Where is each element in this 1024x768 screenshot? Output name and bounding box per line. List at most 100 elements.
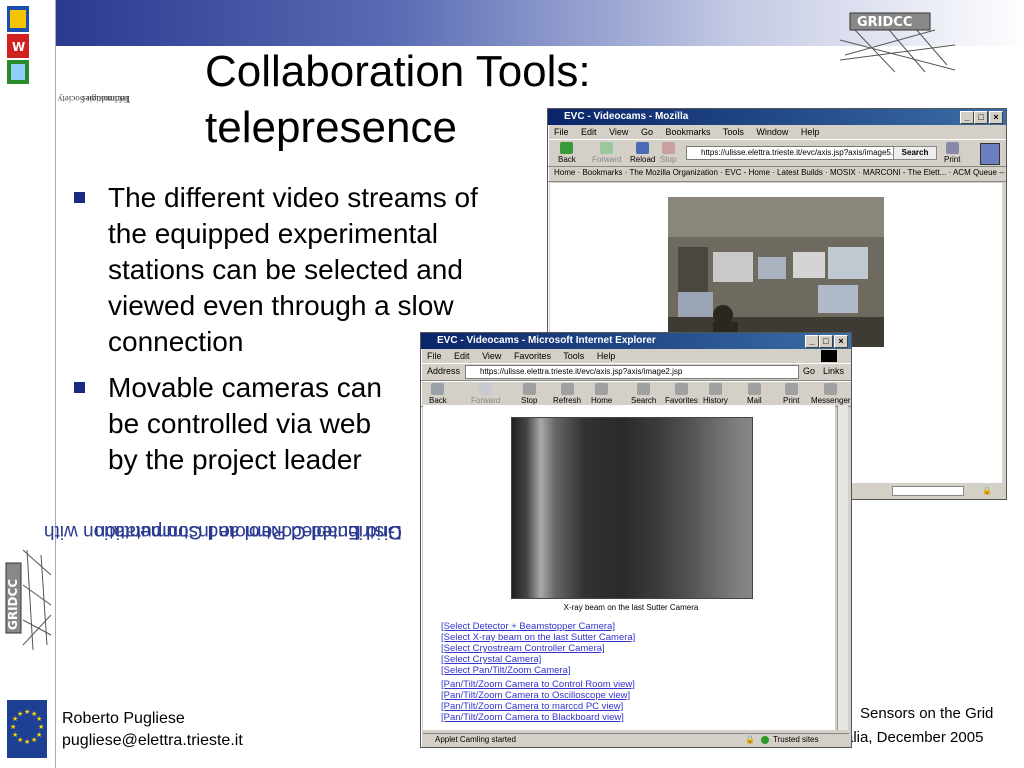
ist-label: Information Society Technologies	[57, 94, 130, 104]
eu-flag: ★ ★ ★ ★ ★ ★ ★ ★ ★ ★ ★ ★	[7, 700, 47, 758]
home-button[interactable]: Home	[591, 383, 612, 405]
messenger-button[interactable]: Messenger	[811, 383, 851, 405]
minimize-button[interactable]: _	[960, 111, 974, 124]
select-camera-link[interactable]: [Select Crystal Camera]	[441, 654, 635, 665]
maximize-button[interactable]: □	[819, 335, 833, 348]
bookmark-item[interactable]: The Mozilla Organization	[629, 168, 717, 177]
address-label: Address	[427, 366, 461, 376]
windows-flag-icon	[821, 350, 837, 362]
address-field[interactable]: https://ulisse.elettra.trieste.it/evc/ax…	[465, 365, 799, 379]
close-button[interactable]: ×	[834, 335, 848, 348]
gridcc-logo-vertical: GRIDCC	[3, 545, 53, 655]
close-button[interactable]: ×	[989, 111, 1003, 124]
ie-menubar: File Edit View Favorites Tools Help	[421, 349, 851, 363]
reload-button[interactable]: Reload	[630, 142, 655, 164]
xray-beam-camera-image	[511, 417, 753, 599]
forward-button[interactable]: Forward	[471, 383, 500, 405]
footer-event-title: Sensors on the Grid	[860, 705, 994, 722]
bullet-square-icon	[74, 192, 85, 203]
bookmark-item[interactable]: Bookmarks	[582, 168, 622, 177]
history-button[interactable]: History	[703, 383, 728, 405]
bookmark-item[interactable]: MARCONI - The Elett...	[863, 168, 946, 177]
lock-icon: 🔒	[982, 486, 992, 495]
svg-text:GRIDCC: GRIDCC	[6, 579, 20, 630]
menu-view[interactable]: View	[482, 351, 501, 361]
svg-text:★: ★	[12, 731, 18, 739]
ie-vertical-scrollbar[interactable]	[837, 405, 848, 730]
ptz-links: [Pan/Tilt/Zoom Camera to Control Room vi…	[441, 679, 635, 723]
select-camera-link[interactable]: [Select Pan/Tilt/Zoom Camera]	[441, 665, 635, 676]
forward-button[interactable]: Forward	[592, 142, 621, 164]
print-button[interactable]: Print	[783, 383, 799, 405]
ptz-view-link[interactable]: [Pan/Tilt/Zoom Camera to Control Room vi…	[441, 679, 635, 690]
mail-button[interactable]: Mail	[747, 383, 762, 405]
ie-content: X-ray beam on the last Sutter Camera [Se…	[423, 405, 835, 730]
select-camera-link[interactable]: [Select Detector + Beamstopper Camera]	[441, 621, 635, 632]
maximize-button[interactable]: □	[974, 111, 988, 124]
menu-bookmarks[interactable]: Bookmarks	[665, 127, 710, 137]
svg-text:★: ★	[38, 723, 44, 731]
ptz-view-link[interactable]: [Pan/Tilt/Zoom Camera to Blackboard view…	[441, 712, 635, 723]
ist-logo: W	[6, 4, 30, 86]
print-button[interactable]: Print	[944, 142, 960, 164]
lock-icon: 🔒	[745, 735, 755, 744]
ie-window[interactable]: EVC - Videocams - Microsoft Internet Exp…	[420, 332, 852, 748]
ie-address-row: Address https://ulisse.elettra.trieste.i…	[421, 363, 851, 381]
ptz-view-link[interactable]: [Pan/Tilt/Zoom Camera to Oscilloscope vi…	[441, 690, 635, 701]
svg-text:★: ★	[24, 738, 30, 746]
sidebar-project-title: Grid Enabled Remote Instrumentation with…	[2, 140, 402, 542]
menu-favorites[interactable]: Favorites	[514, 351, 551, 361]
menu-help[interactable]: Help	[801, 127, 820, 137]
menu-file[interactable]: File	[554, 127, 569, 137]
back-button[interactable]: Back	[558, 142, 576, 164]
menu-tools[interactable]: Tools	[723, 127, 744, 137]
author-name: Roberto Pugliese	[62, 710, 185, 727]
favorites-button[interactable]: Favorites	[665, 383, 698, 405]
menu-edit[interactable]: Edit	[454, 351, 470, 361]
menu-file[interactable]: File	[427, 351, 442, 361]
bookmarks-bar: Home · Bookmarks · The Mozilla Organizat…	[548, 167, 1006, 182]
ptz-view-link[interactable]: [Pan/Tilt/Zoom Camera to marccd PC view]	[441, 701, 635, 712]
select-camera-link[interactable]: [Select X-ray beam on the last Sutter Ca…	[441, 632, 635, 643]
trusted-zone-icon	[761, 736, 769, 744]
ie-titlebar[interactable]: EVC - Videocams - Microsoft Internet Exp…	[421, 333, 851, 349]
search-button[interactable]: Search	[631, 383, 656, 405]
footer-event-date: alia, December 2005	[845, 729, 984, 746]
sidebar-title-line2: Distributed Control and Computation	[94, 521, 402, 542]
url-field[interactable]: https://ulisse.elettra.trieste.it/evc/ax…	[686, 146, 896, 160]
back-button[interactable]: Back	[429, 383, 447, 405]
bookmark-item[interactable]: Latest Builds	[777, 168, 823, 177]
mozilla-navbar: Back Forward Reload Stop https://ulisse.…	[548, 139, 1006, 167]
stop-button[interactable]: Stop	[521, 383, 537, 405]
bookmark-item[interactable]: EVC - Home	[725, 168, 770, 177]
author-info: Roberto Pugliese pugliese@elettra.triest…	[62, 708, 243, 752]
menu-help[interactable]: Help	[597, 351, 616, 361]
bookmark-item[interactable]: MOSIX	[830, 168, 856, 177]
links-button[interactable]: Links	[823, 366, 844, 376]
menu-tools[interactable]: Tools	[563, 351, 584, 361]
minimize-button[interactable]: _	[805, 335, 819, 348]
bullet-item: Movable cameras can be controlled via we…	[70, 370, 408, 478]
status-text: Applet Camling started	[435, 735, 516, 744]
bullet-square-icon	[74, 382, 85, 393]
refresh-button[interactable]: Refresh	[553, 383, 581, 405]
svg-text:GRIDCC: GRIDCC	[857, 15, 912, 30]
stop-button[interactable]: Stop	[660, 142, 676, 164]
left-sidebar: W Information Society Technologies Grid E…	[0, 0, 402, 768]
svg-text:W: W	[12, 40, 25, 54]
menu-window[interactable]: Window	[756, 127, 788, 137]
zone-text: Trusted sites	[773, 735, 819, 744]
svg-text:★: ★	[10, 723, 16, 731]
menu-edit[interactable]: Edit	[581, 127, 597, 137]
select-camera-link[interactable]: [Select Cryostream Controller Camera]	[441, 643, 635, 654]
mozilla-titlebar[interactable]: EVC - Videocams - Mozilla _ □ ×	[548, 109, 1006, 125]
mozilla-title: EVC - Videocams - Mozilla	[564, 111, 689, 122]
bullet-item: The different video streams of the equip…	[70, 180, 478, 360]
menu-go[interactable]: Go	[641, 127, 653, 137]
search-button[interactable]: Search	[893, 146, 937, 160]
bookmark-item[interactable]: ACM Queue -- tomorr...	[953, 168, 1006, 177]
go-button[interactable]: Go	[803, 366, 815, 376]
gridcc-logo: GRIDCC	[835, 10, 960, 75]
bookmark-item[interactable]: Home	[554, 168, 575, 177]
menu-view[interactable]: View	[609, 127, 628, 137]
